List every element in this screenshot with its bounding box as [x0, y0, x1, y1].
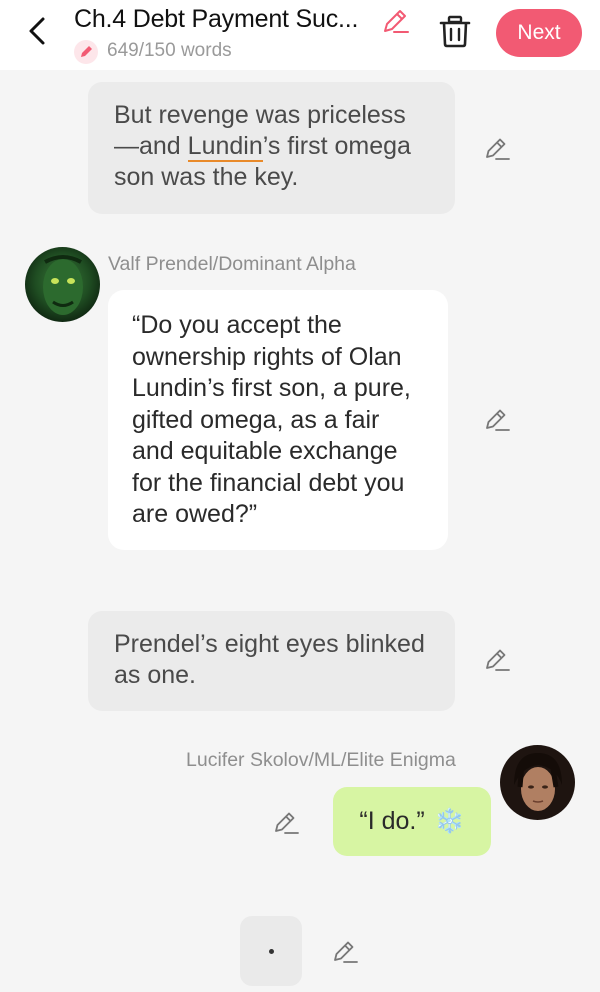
chapter-title[interactable]: Ch.4 Debt Payment Suc... [74, 5, 358, 34]
pencil-icon [334, 941, 358, 963]
delete-button[interactable] [438, 13, 472, 49]
pencil-icon [486, 649, 510, 671]
edit-title-button[interactable] [380, 6, 410, 36]
trash-icon [439, 15, 471, 48]
pencil-icon [384, 10, 409, 33]
protagonist-text: “I do.” [359, 807, 425, 835]
top-bar: Ch.4 Debt Payment Suc... 649/150 words N… [0, 0, 600, 70]
word-count-pencil-icon [74, 40, 98, 64]
snowflake-icon: ❄️ [434, 808, 465, 835]
pencil-icon [486, 138, 510, 160]
word-count: 649/150 words [107, 40, 232, 61]
speaker-name: Valf Prendel/Dominant Alpha [108, 253, 356, 275]
edit-message-button[interactable] [483, 135, 511, 163]
protagonist-avatar[interactable] [500, 745, 575, 820]
dialogue-bubble[interactable]: “Do you accept the ownership rights of O… [108, 290, 448, 550]
narration-bubble[interactable]: But revenge was priceless —and Lundin’s … [88, 82, 455, 214]
back-button[interactable] [22, 14, 54, 48]
edit-message-button[interactable] [483, 406, 511, 434]
chevron-left-icon [29, 17, 45, 45]
pencil-icon [275, 812, 299, 834]
pencil-icon [486, 409, 510, 431]
edit-message-button[interactable] [483, 646, 511, 674]
speaker-name: Lucifer Skolov/ML/Elite Enigma [186, 749, 456, 771]
dot [269, 949, 274, 954]
protagonist-bubble[interactable]: “I do.” ❄️ [333, 787, 491, 856]
underlined-name: Lundin [187, 132, 263, 162]
edit-message-button[interactable] [331, 938, 359, 966]
empty-narration-bubble[interactable] [240, 916, 302, 986]
character-avatar[interactable] [25, 247, 100, 322]
next-button[interactable]: Next [496, 9, 582, 57]
narration-bubble[interactable]: Prendel’s eight eyes blinked as one. [88, 611, 455, 711]
edit-message-button[interactable] [272, 809, 300, 837]
